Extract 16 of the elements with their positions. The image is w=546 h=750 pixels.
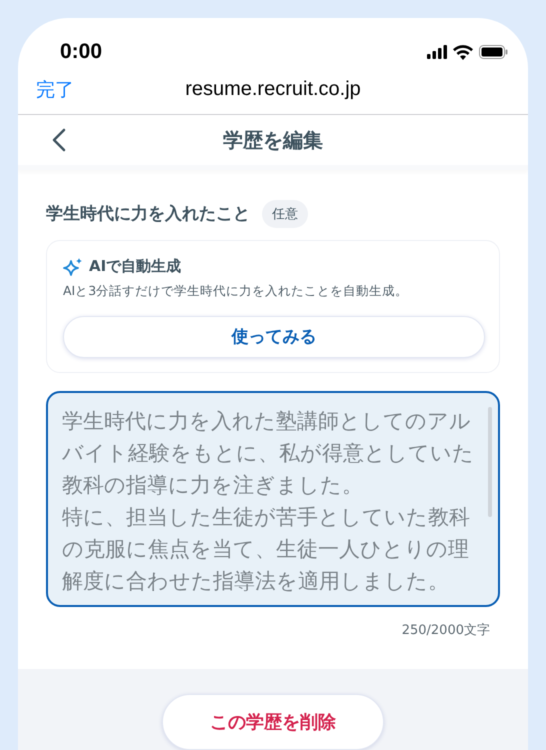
page-url: resume.recruit.co.jp bbox=[185, 78, 361, 102]
battery-icon bbox=[479, 45, 508, 60]
try-button[interactable]: 使ってみる bbox=[63, 316, 485, 358]
ai-card-description: AIと3分話すだけで学生時代に力を入れたことを自動生成。 bbox=[63, 282, 410, 300]
status-time: 0:00 bbox=[60, 40, 102, 64]
field-label: 学生時代に力を入れたこと bbox=[46, 203, 250, 226]
optional-tag: 任意 bbox=[262, 200, 308, 228]
answer-box[interactable]: 学生時代に力を入れた塾講師としてのアルバイト経験をもとに、私が得意としていた教科の指導に力を注ぎました。 特に、担当した生徒が苦手としていた教科の克服に焦点を当て、生徒一人ひとりの理解度に合わせた指導法を適用しました。 bbox=[46, 390, 500, 607]
wifi-icon bbox=[453, 44, 473, 60]
ai-card-title: AIで自動生成 bbox=[89, 257, 182, 276]
signal-icon bbox=[427, 45, 447, 60]
delete-button[interactable]: この学歴を削除 bbox=[162, 694, 384, 750]
done-link[interactable]: 完了 bbox=[36, 76, 74, 103]
page-title: 学歴を編集 bbox=[223, 126, 323, 154]
character-counter: 250/2000文字 bbox=[402, 622, 490, 639]
sparkle-icon bbox=[63, 256, 83, 277]
